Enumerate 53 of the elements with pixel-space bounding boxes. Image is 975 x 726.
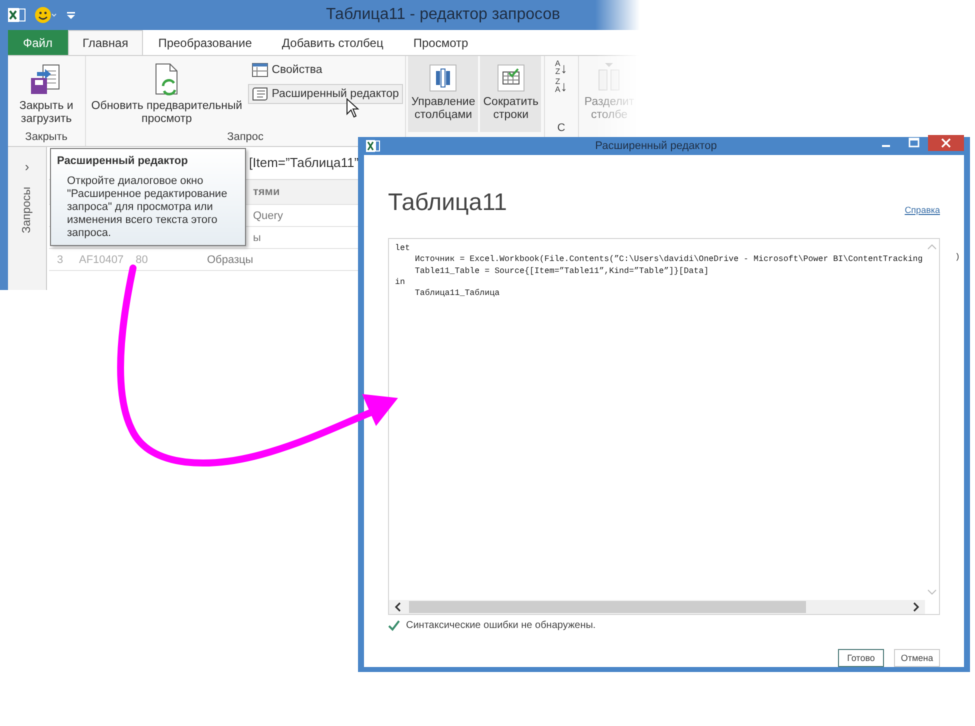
table-cell: 80 [136,254,148,266]
tooltip-text: Откройте диалоговое окно "Расширенное редактирование запроса" для просмотра или изменения всего текста этого запроса. [66,175,228,240]
code-line: Таблица11_Таблица [414,288,500,300]
reduce-rows-button[interactable]: Сократить строки [480,56,542,132]
smiley-icon[interactable] [34,6,58,24]
group-label: Закрыть [25,131,68,145]
code-line: in [395,276,405,288]
pane-label: Запросы [21,186,33,234]
code-line: let [395,243,410,254]
code-editor[interactable]: let Источник = Excel.Workbook(File.Contents(”C:\Users\davidi\OneDrive - Microsoft\Power BI\ContentTracking Table11_Table = Source{[Item=”Table11”,Kind=”Table”]}[Data] in Таблица11_Таблица [388,238,940,615]
group-label: С [557,122,566,136]
tooltip-title: Расширенный редактор [57,155,189,167]
spreadsheet-app-icon[interactable] [8,7,26,23]
scrollbar-thumb[interactable] [409,601,806,613]
code-text: ) [955,253,960,262]
mouse-pointer-icon [346,98,360,118]
close-load-button[interactable]: Закрыть и загрузить [16,60,76,128]
manage-columns-button[interactable]: Управление столбцами [408,56,478,132]
dialog-title: Расширенный редактор [594,140,718,152]
customize-menu-icon[interactable] [66,9,76,21]
ribbon-tab[interactable]: Файл [8,30,68,55]
ribbon-tab[interactable]: Преобразование [143,30,267,55]
close-icon[interactable] [928,135,964,151]
scroll-down-icon[interactable] [927,588,937,596]
spreadsheet-app-icon [366,140,380,152]
table-cell: Образцы [207,254,254,266]
expand-pane-toggle[interactable]: › [24,159,30,174]
ribbon-tab[interactable]: Главная [68,30,144,55]
scroll-up-icon[interactable] [927,243,937,251]
table-cell-text: ы [252,232,261,244]
help-link[interactable]: Справка [904,205,940,217]
table-properties-icon [252,63,268,77]
ribbon-tab[interactable]: Просмотр [398,30,484,55]
ribbon-tab[interactable]: Добавить столбец [266,30,398,55]
status-message: Синтаксические ошибки не обнаружены. [406,620,596,631]
checkmark-icon [388,620,400,631]
code-line: Источник = Excel.Workbook(File.Contents(”C:\Users\davidi\OneDrive - Microsoft\Power BI\ContentTracking [414,254,923,266]
cancel-button[interactable]: Отмена [894,649,940,667]
table-check-icon [496,64,525,92]
done-button[interactable]: Готово [838,649,884,667]
columns-icon [429,64,458,92]
refresh-preview-button[interactable]: Обновить предварительный просмотр [88,60,246,128]
row-number: 3 [56,254,64,266]
window-title: Таблица11 - редактор запросов [326,6,560,24]
scroll-document-icon [252,87,268,101]
scroll-left-icon[interactable] [393,601,403,613]
group-label: Запрос [227,131,264,145]
advanced-editor-button[interactable]: Расширенный редактор [248,84,403,104]
scroll-right-icon[interactable] [911,601,921,613]
properties-button[interactable]: Свойства [248,60,403,80]
code-line: Table11_Table = Source{[Item=”Table11”,Kind=”Table”]}[Data] [414,266,709,277]
query-name-heading: Таблица11 [388,189,508,217]
table-cell: AF10407 [79,254,124,266]
